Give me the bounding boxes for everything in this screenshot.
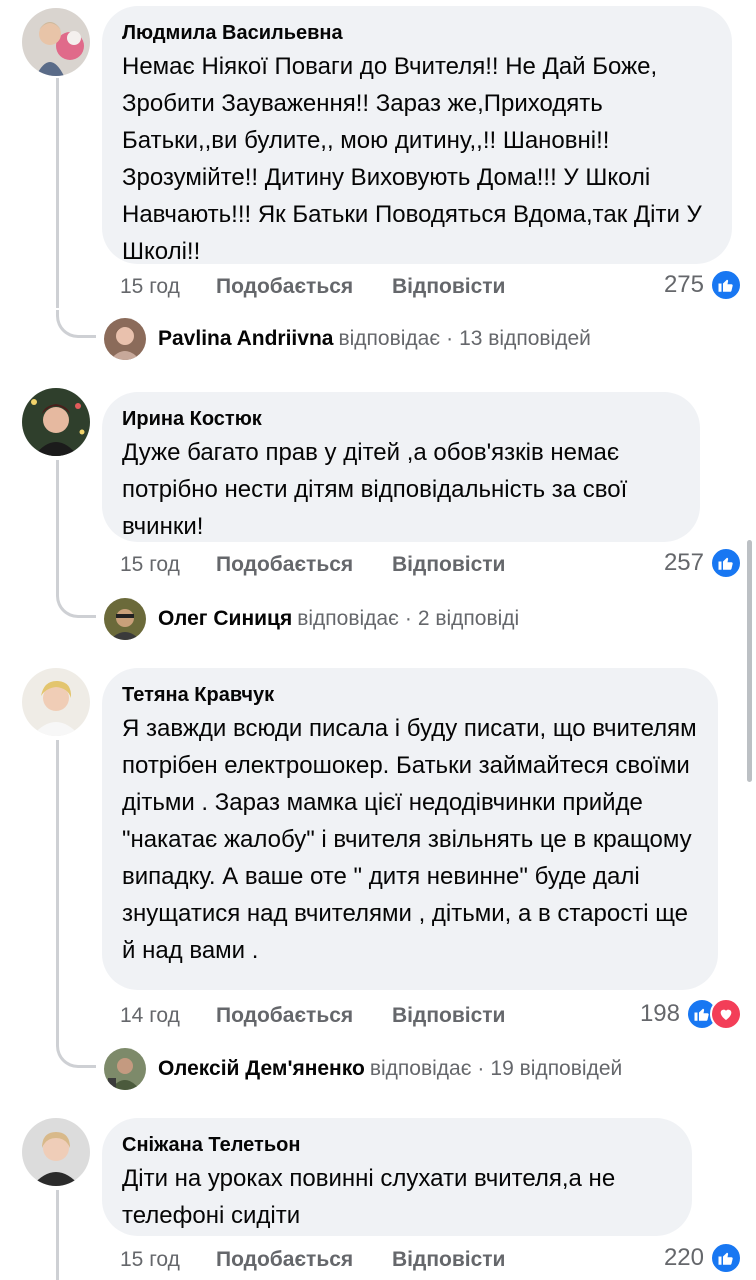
reply-verb: відповідає: [338, 327, 441, 350]
reply-author: Pavlina Andriivna: [158, 327, 334, 350]
reply-avatar: [104, 1048, 146, 1090]
separator-dot: ·: [477, 1057, 485, 1080]
thread-curve: [56, 1040, 96, 1068]
reply-button[interactable]: Відповісти: [392, 274, 505, 300]
reactions[interactable]: 257: [664, 547, 742, 579]
reactions-count: 257: [663, 549, 704, 576]
like-icon: [710, 547, 742, 579]
like-button[interactable]: Подобається: [216, 1247, 392, 1273]
comment-actions: 15 год Подобається Відповісти: [120, 274, 505, 300]
view-replies-link[interactable]: Pavlina Andriivna відповідає · 13 відпов…: [104, 318, 591, 360]
thread-line: [56, 1190, 59, 1280]
reply-avatar: [104, 598, 146, 640]
comment-bubble: Людмила Васильевна Немає Ніякої Поваги д…: [102, 6, 732, 265]
thread-line: [56, 740, 59, 1040]
reply-count: 2 відповіді: [417, 607, 520, 630]
comment-time[interactable]: 14 год: [120, 1003, 216, 1029]
comment-actions: 14 год Подобається Відповісти: [120, 1003, 505, 1029]
comment-text: Немає Ніякої Поваги до Вчителя!! Не Дай …: [122, 53, 702, 265]
comment-author[interactable]: Тетяна Кравчук: [122, 682, 698, 708]
comment-author[interactable]: Ирина Костюк: [122, 406, 680, 432]
thread-curve: [56, 310, 96, 338]
comment-actions: 15 год Подобається Відповісти: [120, 552, 505, 578]
heart-icon: [710, 998, 742, 1030]
reply-verb: відповідає: [369, 1057, 472, 1080]
like-button[interactable]: Подобається: [216, 552, 392, 578]
avatar[interactable]: [22, 388, 90, 456]
comment-time[interactable]: 15 год: [120, 1247, 216, 1273]
comment-time[interactable]: 15 год: [120, 274, 216, 300]
reactions[interactable]: 220: [664, 1242, 742, 1274]
separator-dot: ·: [404, 607, 412, 630]
comment-bubble: Сніжана Телетьон Діти на уроках повинні …: [102, 1118, 692, 1236]
reactions[interactable]: 275: [664, 269, 742, 301]
avatar[interactable]: [22, 1118, 90, 1186]
reply-count: 19 відповідей: [490, 1057, 623, 1080]
view-replies-link[interactable]: Олег Синиця відповідає · 2 відповіді: [104, 598, 519, 640]
comment-bubble: Ирина Костюк Дуже багато прав у дітей ,а…: [102, 392, 700, 542]
comment-bubble: Тетяна Кравчук Я завжди всюди писала і б…: [102, 668, 718, 990]
avatar[interactable]: [22, 8, 90, 76]
like-button[interactable]: Подобається: [216, 1003, 392, 1029]
like-icon: [710, 269, 742, 301]
reply-author: Олег Синиця: [158, 607, 293, 630]
reply-button[interactable]: Відповісти: [392, 552, 505, 578]
avatar[interactable]: [22, 668, 90, 736]
reactions-count: 275: [663, 271, 704, 298]
comment-text: Дуже багато прав у дітей ,а обов'язків н…: [122, 439, 628, 540]
reactions-count: 220: [663, 1244, 704, 1271]
comment-author[interactable]: Людмила Васильевна: [122, 20, 712, 46]
view-replies-link[interactable]: Олексій Дем'яненко відповідає · 19 відпо…: [104, 1048, 622, 1090]
like-icon: [710, 1242, 742, 1274]
thread-curve: [56, 590, 96, 618]
thread-line: [56, 78, 59, 308]
comment-text: Діти на уроках повинні слухати вчителя,а…: [122, 1165, 616, 1229]
thread-line: [56, 460, 59, 590]
reply-avatar: [104, 318, 146, 360]
reply-button[interactable]: Відповісти: [392, 1003, 505, 1029]
comment-actions: 15 год Подобається Відповісти: [120, 1247, 505, 1273]
reply-count: 13 відповідей: [459, 327, 591, 350]
reply-author: Олексій Дем'яненко: [158, 1057, 365, 1080]
like-button[interactable]: Подобається: [216, 274, 392, 300]
reactions-count: 198: [639, 1000, 680, 1027]
reply-button[interactable]: Відповісти: [392, 1247, 505, 1273]
separator-dot: ·: [446, 327, 454, 350]
comment-time[interactable]: 15 год: [120, 552, 216, 578]
comment-author[interactable]: Сніжана Телетьон: [122, 1132, 672, 1158]
scrollbar[interactable]: [747, 540, 752, 782]
reply-verb: відповідає: [297, 607, 399, 630]
reactions[interactable]: 198: [640, 998, 742, 1030]
comment-text: Я завжди всюди писала і буду писати, що …: [122, 715, 697, 964]
